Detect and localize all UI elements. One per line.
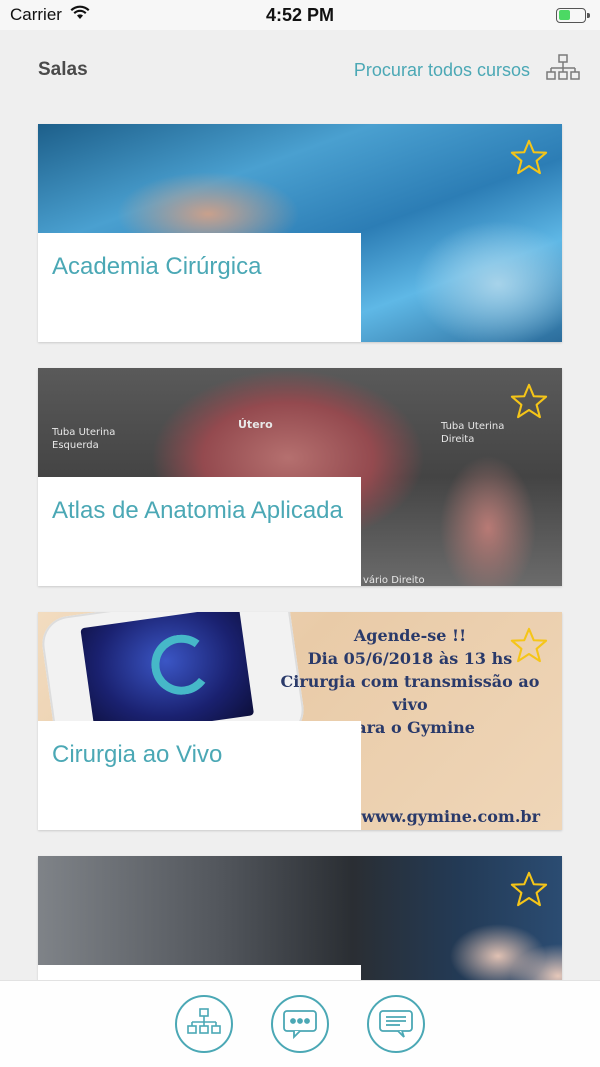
message-icon bbox=[379, 1010, 413, 1038]
star-icon[interactable] bbox=[510, 382, 548, 420]
image-label: Tuba Uterina Esquerda bbox=[52, 427, 116, 451]
card-title: Academia Cirúrgica bbox=[52, 253, 262, 280]
image-label: Útero bbox=[238, 418, 273, 431]
gymine-logo bbox=[147, 630, 216, 699]
carrier-label: Carrier bbox=[10, 5, 62, 24]
nav-chat-button[interactable] bbox=[271, 995, 329, 1053]
hierarchy-icon bbox=[187, 1008, 221, 1034]
hierarchy-icon[interactable] bbox=[546, 54, 580, 86]
card-title: Cirurgia ao Vivo bbox=[52, 741, 223, 768]
clock: 4:52 PM bbox=[265, 4, 335, 25]
room-card-atlas-anatomia[interactable]: Útero Tuba Uterina Esquerda Tuba Uterina… bbox=[38, 368, 562, 586]
promo-url: www.gymine.com.br bbox=[361, 807, 540, 826]
promo-line: Agende-se !! bbox=[353, 626, 467, 645]
chat-bubble-icon bbox=[283, 1010, 317, 1040]
status-bar: Carrier 4:52 PM bbox=[0, 0, 600, 30]
star-icon[interactable] bbox=[510, 626, 548, 664]
card-title: Atlas de Anatomia Aplicada bbox=[52, 497, 343, 524]
card-title-panel: Atlas de Anatomia Aplicada bbox=[38, 477, 361, 586]
wifi-icon bbox=[70, 5, 90, 25]
image-label: vário Direito bbox=[363, 575, 425, 586]
star-icon[interactable] bbox=[510, 138, 548, 176]
nav-messages-button[interactable] bbox=[367, 995, 425, 1053]
battery-icon bbox=[556, 7, 590, 23]
star-icon[interactable] bbox=[510, 870, 548, 908]
promo-line: Dia 05/6/2018 às 13 hs bbox=[307, 649, 513, 668]
bottom-nav bbox=[0, 980, 600, 1067]
browse-all-courses-link[interactable]: Procurar todos cursos bbox=[354, 60, 530, 81]
room-card-cirurgia-ao-vivo[interactable]: Agende-se !! Dia 05/6/2018 às 13 hs Ciru… bbox=[38, 612, 562, 830]
card-title-panel: Cirurgia ao Vivo bbox=[38, 721, 361, 830]
card-title-panel: Academia Cirúrgica bbox=[38, 233, 361, 342]
room-list: Academia Cirúrgica Útero Tuba Uterina Es… bbox=[38, 124, 562, 1067]
nav-rooms-button[interactable] bbox=[175, 995, 233, 1053]
promo-line: Cirurgia com transmissão ao vivo bbox=[280, 672, 540, 714]
page-title: Salas bbox=[38, 59, 88, 80]
room-card-academia-cirurgica[interactable]: Academia Cirúrgica bbox=[38, 124, 562, 342]
header: Salas Procurar todos cursos bbox=[0, 30, 600, 110]
image-label: Tuba Uterina Direita bbox=[441, 421, 505, 445]
